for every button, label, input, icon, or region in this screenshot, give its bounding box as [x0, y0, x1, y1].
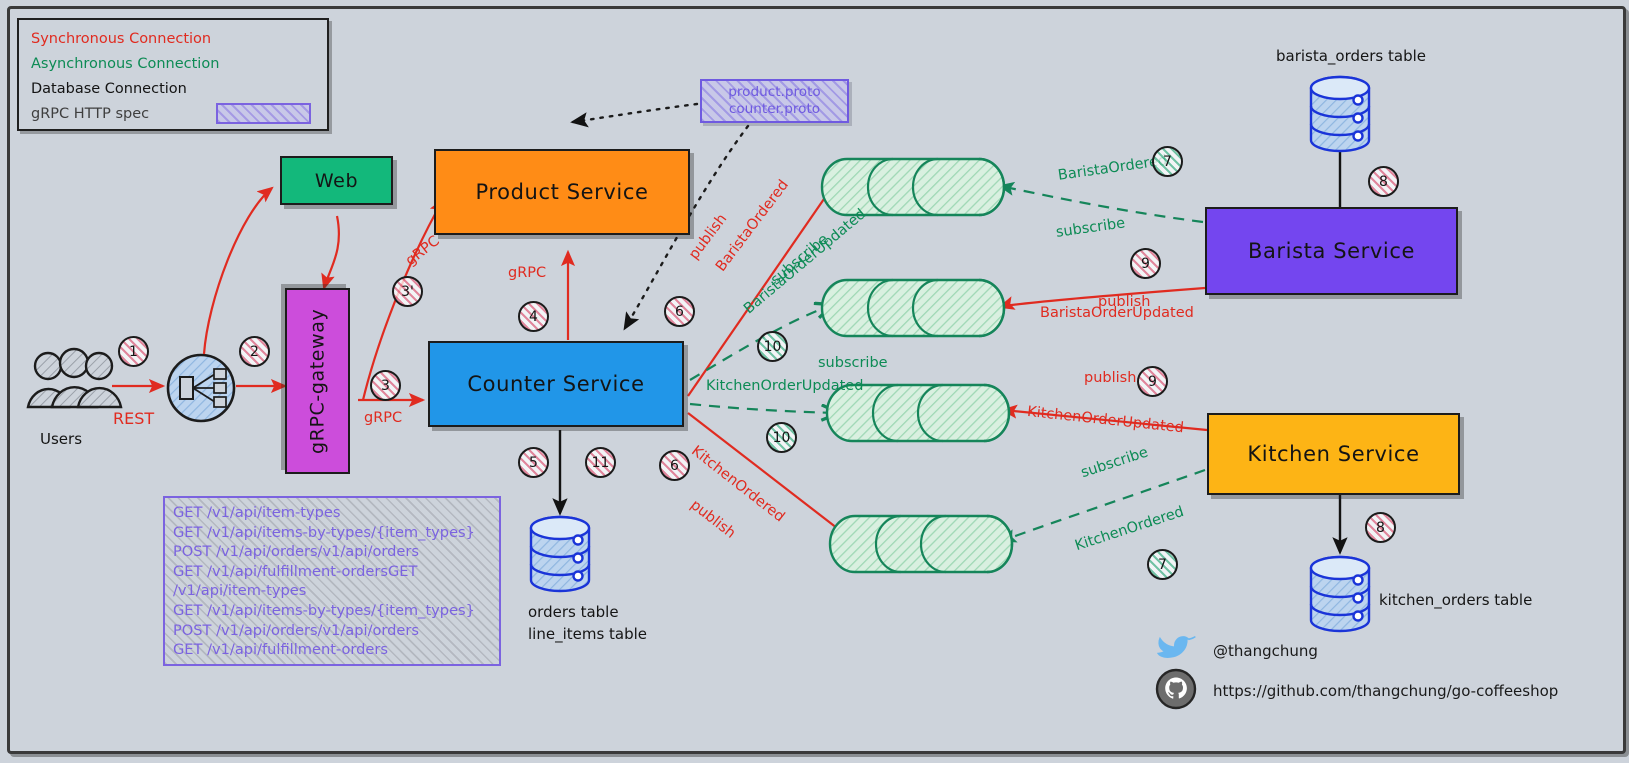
proto-line-2: counter.proto [728, 101, 821, 117]
label-barista-publish-2: BaristaOrderUpdated [1040, 305, 1194, 321]
step-badge-3-prime: 3' [392, 276, 423, 307]
step-badge-10-kitchen: 10 [766, 422, 797, 453]
step-badge-6-barista: 6 [664, 296, 695, 327]
node-grpc-gateway-label: gRPC-gateway [306, 308, 329, 454]
node-counter-service[interactable]: Counter Service [428, 341, 684, 427]
legend-item-sync: Synchronous Connection [31, 26, 317, 51]
api-spec-line: POST /v1/api/orders/v1/api/orders [173, 543, 420, 561]
legend-label-async: Asynchronous Connection [31, 55, 220, 72]
api-spec-box: GET /v1/api/item-types GET /v1/api/items… [163, 496, 501, 666]
legend-async-art [216, 53, 317, 75]
step-badge-5: 5 [518, 447, 549, 478]
legend-label-db: Database Connection [31, 80, 187, 97]
api-spec-line: GET /v1/api/fulfillment-orders [173, 641, 388, 659]
label-subscribe-kitchen-updated-1: subscribe [818, 355, 888, 371]
node-kitchen-service-label: Kitchen Service [1247, 442, 1420, 466]
twitter-handle[interactable]: @thangchung [1213, 642, 1318, 660]
node-web-label: Web [314, 169, 359, 192]
label-grpc-counter-product: gRPC [508, 265, 547, 281]
node-product-service-label: Product Service [475, 180, 649, 204]
step-badge-7-barista: 7 [1152, 146, 1183, 177]
db-orders-label-1: orders table [528, 603, 619, 621]
legend-sync-art [216, 28, 317, 50]
users-label: Users [40, 430, 83, 448]
step-badge-11: 11 [585, 447, 616, 478]
diagram-canvas: Synchronous Connection Asynchronous Conn… [0, 0, 1629, 763]
api-spec-line: GET /v1/api/item-types [173, 504, 341, 521]
label-grpc-gateway-counter: gRPC [364, 410, 403, 426]
node-web[interactable]: Web [280, 156, 393, 205]
node-counter-service-label: Counter Service [467, 372, 645, 396]
step-badge-8-kitchen: 8 [1365, 512, 1396, 543]
node-barista-service[interactable]: Barista Service [1205, 207, 1458, 295]
api-spec-line: GET /v1/api/fulfillment-ordersGET [173, 562, 418, 580]
proto-spec-box: product.proto counter.proto [700, 79, 849, 123]
step-badge-9-barista: 9 [1130, 248, 1161, 279]
legend-label-grpc: gRPC HTTP spec [31, 105, 150, 122]
api-spec-line: GET /v1/api/items-by-types/{item_types} [173, 523, 475, 541]
label-subscribe-kitchen-updated-2: KitchenOrderUpdated [706, 378, 864, 394]
step-badge-4: 4 [518, 301, 549, 332]
step-badge-6-kitchen: 6 [659, 450, 690, 481]
proto-line-1: product.proto [728, 84, 821, 100]
label-rest: REST [113, 409, 155, 428]
label-kitchen-publish-1: publish [1084, 370, 1137, 386]
legend-item-db: Database Connection [31, 76, 317, 101]
legend-db-art [216, 78, 317, 100]
db-barista-orders-label: barista_orders table [1276, 47, 1427, 65]
legend-grpc-art [216, 103, 311, 124]
github-url[interactable]: https://github.com/thangchung/go-coffees… [1213, 682, 1558, 700]
api-spec-line: POST /v1/api/orders/v1/api/orders [173, 621, 420, 639]
node-grpc-gateway[interactable]: gRPC-gateway [285, 288, 350, 474]
step-badge-7-kitchen: 7 [1147, 549, 1178, 580]
db-kitchen-orders-label: kitchen_orders table [1379, 591, 1533, 609]
node-barista-service-label: Barista Service [1247, 239, 1416, 263]
legend-label-sync: Synchronous Connection [31, 30, 212, 47]
node-kitchen-service[interactable]: Kitchen Service [1207, 413, 1460, 495]
step-badge-10-barista: 10 [757, 331, 788, 362]
legend-panel: Synchronous Connection Asynchronous Conn… [17, 18, 329, 131]
api-spec-line: /v1/api/item-types [173, 582, 307, 600]
legend-item-async: Asynchronous Connection [31, 51, 317, 76]
step-badge-2: 2 [239, 336, 270, 367]
node-product-service[interactable]: Product Service [434, 149, 690, 235]
api-spec-line: GET /v1/api/items-by-types/{item_types} [173, 601, 475, 619]
step-badge-9-kitchen: 9 [1137, 366, 1168, 397]
db-orders-label-2: line_items table [528, 625, 648, 643]
step-badge-8-barista: 8 [1368, 166, 1399, 197]
step-badge-3: 3 [370, 370, 401, 401]
step-badge-1: 1 [118, 336, 149, 367]
legend-item-grpc: gRPC HTTP spec [31, 101, 317, 126]
